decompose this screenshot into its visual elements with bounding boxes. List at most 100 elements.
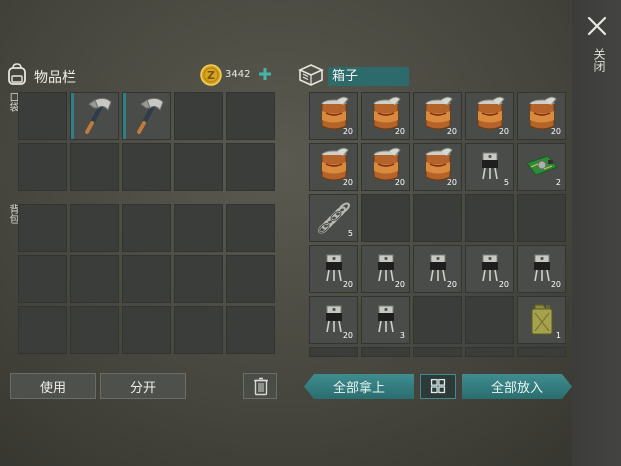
backpack-icon: [8, 63, 26, 85]
pocket-slot[interactable]: [70, 92, 119, 140]
pocket-slot[interactable]: [18, 143, 67, 191]
backpack-grid: [18, 204, 275, 354]
item-count: 20: [550, 280, 561, 289]
pocket-slot[interactable]: [174, 143, 223, 191]
transistor-icon: [533, 254, 550, 282]
backpack-slot[interactable]: [122, 255, 171, 303]
backpack-slot[interactable]: [18, 204, 67, 252]
item-count: 20: [342, 331, 353, 340]
pocket-slot[interactable]: [18, 92, 67, 140]
backpack-slot[interactable]: [174, 255, 223, 303]
split-button[interactable]: 分开: [100, 373, 186, 399]
box-slot[interactable]: [413, 296, 462, 344]
item-count: 20: [342, 280, 353, 289]
box-slot[interactable]: 20: [465, 245, 514, 293]
storage-box-icon: [298, 64, 324, 86]
backpack-slot[interactable]: [122, 204, 171, 252]
box-slot[interactable]: [413, 194, 462, 242]
box-slot[interactable]: 20: [361, 143, 410, 191]
backpack-slot[interactable]: [174, 306, 223, 354]
item-count: 1: [555, 331, 561, 340]
box-slot[interactable]: 2: [517, 143, 566, 191]
box-slot[interactable]: [413, 347, 462, 357]
item-count: 5: [347, 229, 353, 238]
backpack-slot[interactable]: [226, 204, 275, 252]
item-count: 20: [550, 127, 561, 136]
pocket-label: 口袋: [7, 92, 18, 112]
box-slot[interactable]: 20: [361, 92, 410, 140]
pocket-slot[interactable]: [226, 92, 275, 140]
jerry-can-icon: [531, 304, 552, 335]
item-count: 20: [394, 178, 405, 187]
close-icon[interactable]: [585, 14, 609, 38]
backpack-slot[interactable]: [174, 204, 223, 252]
box-grid: 20 20 20 20 20 20 20 20 5 2 5 20 20 20 2…: [309, 92, 566, 357]
put-all-button[interactable]: 全部放入: [462, 374, 572, 399]
box-slot[interactable]: [465, 296, 514, 344]
take-all-button[interactable]: 全部拿上: [304, 374, 414, 399]
backpack-slot[interactable]: [70, 255, 119, 303]
backpack-label: 背包: [7, 204, 18, 224]
sort-button[interactable]: [420, 374, 456, 399]
pocket-slot[interactable]: [174, 92, 223, 140]
item-count: 20: [342, 178, 353, 187]
transistor-icon: [325, 254, 342, 282]
coin-count: 3442: [225, 69, 251, 80]
transistor-icon: [325, 305, 342, 333]
transistor-icon: [481, 254, 498, 282]
box-slot[interactable]: [517, 347, 566, 357]
pocket-slot[interactable]: [70, 143, 119, 191]
box-slot[interactable]: 20: [413, 143, 462, 191]
box-slot[interactable]: [465, 347, 514, 357]
box-slot[interactable]: 20: [309, 92, 358, 140]
box-slot[interactable]: 1: [517, 296, 566, 344]
transistor-icon: [429, 254, 446, 282]
box-slot[interactable]: [361, 194, 410, 242]
item-count: 20: [342, 127, 353, 136]
backpack-slot[interactable]: [226, 306, 275, 354]
trash-button[interactable]: [243, 373, 277, 399]
transistor-icon: [377, 305, 394, 333]
pocket-slot[interactable]: [226, 143, 275, 191]
box-slot[interactable]: 20: [361, 245, 410, 293]
item-count: 20: [446, 280, 457, 289]
item-count: 3: [399, 331, 405, 340]
add-coins-icon[interactable]: [257, 66, 273, 82]
box-slot[interactable]: 20: [517, 245, 566, 293]
box-slot[interactable]: [517, 194, 566, 242]
transistor-icon: [377, 254, 394, 282]
close-label[interactable]: 关闭: [588, 48, 606, 72]
coin-icon: Z: [200, 64, 222, 86]
pocket-slot[interactable]: [122, 92, 171, 140]
box-slot[interactable]: [309, 347, 358, 357]
item-count: 20: [394, 127, 405, 136]
pocket-slot[interactable]: [122, 143, 171, 191]
box-slot[interactable]: 20: [517, 92, 566, 140]
backpack-slot[interactable]: [18, 255, 67, 303]
hatchet-icon: [84, 97, 112, 135]
box-slot[interactable]: 3: [361, 296, 410, 344]
item-count: 20: [498, 127, 509, 136]
box-slot[interactable]: 20: [309, 296, 358, 344]
box-slot[interactable]: 5: [465, 143, 514, 191]
transistor-icon: [481, 152, 498, 180]
backpack-slot[interactable]: [226, 255, 275, 303]
backpack-slot[interactable]: [70, 204, 119, 252]
backpack-slot[interactable]: [122, 306, 171, 354]
grid-icon: [430, 378, 446, 394]
box-title: 箱子: [328, 67, 409, 86]
item-count: 20: [394, 280, 405, 289]
backpack-slot[interactable]: [70, 306, 119, 354]
inventory-title: 物品栏: [34, 70, 76, 86]
box-slot[interactable]: 20: [309, 245, 358, 293]
box-slot[interactable]: 20: [413, 92, 462, 140]
box-slot[interactable]: 20: [413, 245, 462, 293]
backpack-slot[interactable]: [18, 306, 67, 354]
box-slot[interactable]: 20: [465, 92, 514, 140]
item-count: 20: [446, 127, 457, 136]
box-slot[interactable]: [361, 347, 410, 357]
use-button[interactable]: 使用: [10, 373, 96, 399]
box-slot[interactable]: 5: [309, 194, 358, 242]
box-slot[interactable]: [465, 194, 514, 242]
box-slot[interactable]: 20: [309, 143, 358, 191]
